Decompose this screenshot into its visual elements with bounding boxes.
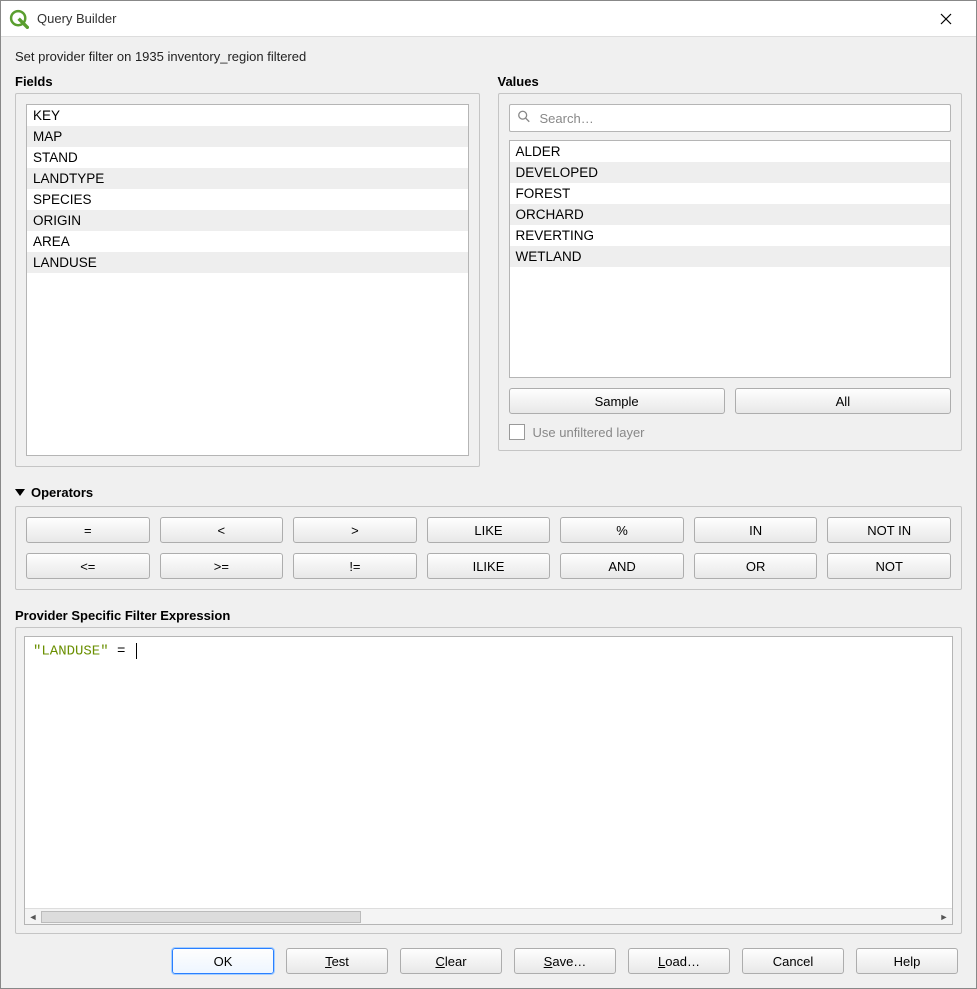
field-item[interactable]: LANDTYPE [27, 168, 468, 189]
collapse-icon [15, 489, 25, 496]
operator-button[interactable]: LIKE [427, 517, 551, 543]
text-cursor [136, 643, 137, 659]
fields-label: Fields [15, 74, 480, 89]
help-button[interactable]: Help [856, 948, 958, 974]
operator-button[interactable]: <= [26, 553, 150, 579]
unfiltered-row: Use unfiltered layer [509, 424, 952, 440]
clear-button[interactable]: Clear [400, 948, 502, 974]
status-text: Set provider filter on 1935 inventory_re… [15, 49, 962, 64]
scroll-thumb[interactable] [41, 911, 361, 923]
dialog-footer: OK Test Clear Save… Load… Cancel Help [15, 948, 962, 974]
expression-label: Provider Specific Filter Expression [15, 608, 962, 623]
operator-button[interactable]: NOT IN [827, 517, 951, 543]
field-item[interactable]: MAP [27, 126, 468, 147]
save-button[interactable]: Save… [514, 948, 616, 974]
operator-button[interactable]: = [26, 517, 150, 543]
value-item[interactable]: ALDER [510, 141, 951, 162]
close-button[interactable] [924, 3, 968, 35]
all-button[interactable]: All [735, 388, 951, 414]
values-search-input[interactable] [509, 104, 952, 132]
operator-button[interactable]: != [293, 553, 417, 579]
field-item[interactable]: STAND [27, 147, 468, 168]
test-button[interactable]: Test [286, 948, 388, 974]
value-item[interactable]: ORCHARD [510, 204, 951, 225]
value-item[interactable]: REVERTING [510, 225, 951, 246]
field-item[interactable]: AREA [27, 231, 468, 252]
operators-label: Operators [31, 485, 93, 500]
operators-section: Operators = < > LIKE% IN NOT IN <= >= != ILIKE AN… [15, 485, 962, 590]
field-item[interactable]: SPECIES [27, 189, 468, 210]
close-icon [940, 13, 952, 25]
search-wrap [509, 104, 952, 132]
operator-button[interactable]: >= [160, 553, 284, 579]
operator-button[interactable]: ILIKE [427, 553, 551, 579]
operator-button[interactable]: OR [694, 553, 818, 579]
load-button[interactable]: Load… [628, 948, 730, 974]
qgis-icon [9, 9, 29, 29]
field-item[interactable]: LANDUSE [27, 252, 468, 273]
sample-button[interactable]: Sample [509, 388, 725, 414]
fields-values-row: Fields KEYMAPSTANDLANDTYPESPECIESORIGINA… [15, 74, 962, 467]
values-label: Values [498, 74, 963, 89]
fields-column: Fields KEYMAPSTANDLANDTYPESPECIESORIGINA… [15, 74, 480, 467]
operator-button[interactable]: % [560, 517, 684, 543]
operator-button[interactable]: NOT [827, 553, 951, 579]
fields-list[interactable]: KEYMAPSTANDLANDTYPESPECIESORIGINAREALAND… [26, 104, 469, 456]
field-item[interactable]: KEY [27, 105, 468, 126]
unfiltered-label: Use unfiltered layer [533, 425, 645, 440]
values-column: Values ALDERDEVELOPEDFORESTORCHARDREVERT… [498, 74, 963, 467]
expr-rest: = [109, 644, 134, 660]
expression-box: "LANDUSE" = ◄ ► [24, 636, 953, 925]
horizontal-scrollbar[interactable]: ◄ ► [25, 908, 952, 924]
operators-row-2: <= >= != ILIKE AND OR NOT [26, 553, 951, 579]
fields-group: KEYMAPSTANDLANDTYPESPECIESORIGINAREALAND… [15, 93, 480, 467]
scroll-right-icon[interactable]: ► [936, 910, 952, 924]
query-builder-dialog: Query Builder Set provider filter on 193… [0, 0, 977, 989]
operator-button[interactable]: > [293, 517, 417, 543]
value-item[interactable]: WETLAND [510, 246, 951, 267]
operator-button[interactable]: AND [560, 553, 684, 579]
operators-group: = < > LIKE% IN NOT IN <= >= != ILIKE AND OR NOT [15, 506, 962, 590]
values-list[interactable]: ALDERDEVELOPEDFORESTORCHARDREVERTINGWETL… [509, 140, 952, 378]
window-title: Query Builder [37, 11, 924, 26]
expr-quoted: "LANDUSE" [33, 644, 109, 660]
scroll-left-icon[interactable]: ◄ [25, 910, 41, 924]
expression-group: "LANDUSE" = ◄ ► [15, 627, 962, 934]
titlebar: Query Builder [1, 1, 976, 37]
ok-button[interactable]: OK [172, 948, 274, 974]
operators-header[interactable]: Operators [15, 485, 962, 500]
operator-button[interactable]: IN [694, 517, 818, 543]
field-item[interactable]: ORIGIN [27, 210, 468, 231]
operator-button[interactable]: < [160, 517, 284, 543]
values-group: ALDERDEVELOPEDFORESTORCHARDREVERTINGWETL… [498, 93, 963, 451]
cancel-button[interactable]: Cancel [742, 948, 844, 974]
value-item[interactable]: FOREST [510, 183, 951, 204]
expression-input[interactable]: "LANDUSE" = [25, 637, 952, 908]
value-item[interactable]: DEVELOPED [510, 162, 951, 183]
values-button-row: Sample All [509, 388, 952, 414]
dialog-body: Set provider filter on 1935 inventory_re… [1, 37, 976, 988]
operators-row-1: = < > LIKE% IN NOT IN [26, 517, 951, 543]
unfiltered-checkbox[interactable] [509, 424, 525, 440]
